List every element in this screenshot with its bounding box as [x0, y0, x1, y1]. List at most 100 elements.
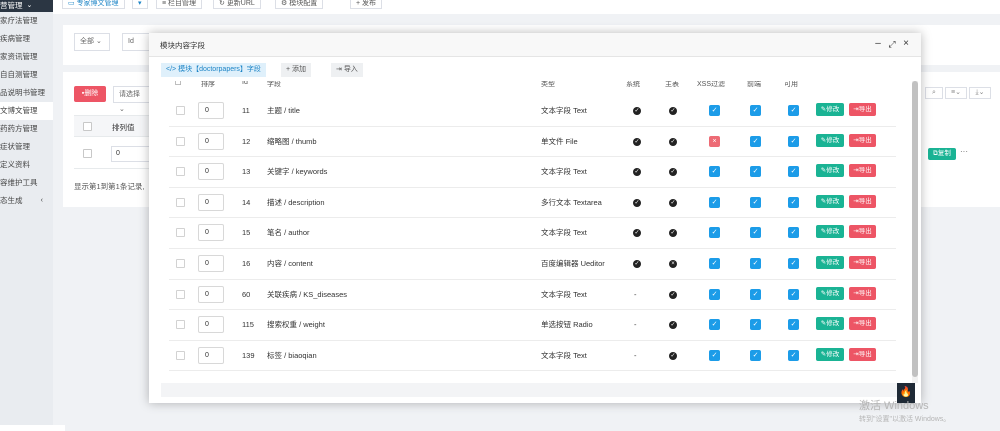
xss-toggle-on[interactable]: ✓ — [709, 288, 720, 300]
order-input[interactable]: 0 — [198, 102, 224, 119]
export-button[interactable]: ⇥导出 — [849, 225, 876, 239]
front-toggle-on[interactable]: ✓ — [750, 319, 761, 331]
row-checkbox[interactable] — [83, 149, 92, 158]
maximize-icon[interactable]: ⤢ — [887, 38, 897, 50]
enabled-toggle-on[interactable]: ✓ — [788, 135, 799, 147]
sidebar-item[interactable]: 症状管理 — [0, 138, 53, 156]
xss-toggle-on[interactable]: ✓ — [709, 319, 720, 331]
front-toggle-on[interactable]: ✓ — [750, 135, 761, 147]
sidebar-top-item[interactable]: 营管理 ⌄ — [0, 0, 53, 12]
export-button[interactable]: ⇥导出 — [849, 194, 876, 208]
minimize-icon[interactable]: – — [873, 38, 883, 50]
filter-id-field[interactable]: Id — [122, 33, 150, 51]
row-checkbox[interactable] — [176, 258, 185, 268]
select-all-checkbox[interactable] — [83, 122, 92, 131]
export-button[interactable]: ⇥导出 — [849, 347, 876, 361]
search-icon[interactable]: ⌕ — [925, 87, 943, 99]
export-icon[interactable]: ⤓⌄ — [969, 87, 991, 99]
row-checkbox[interactable] — [176, 289, 185, 299]
filter-all-select[interactable]: 全部 ⌄ — [74, 33, 110, 51]
select-all-checkbox[interactable]: ☐ — [175, 81, 181, 87]
import-button[interactable]: ⇥ 导入 — [331, 63, 363, 77]
export-button[interactable]: ⇥导出 — [849, 133, 876, 147]
row-checkbox[interactable] — [176, 197, 185, 207]
edit-button[interactable]: ✎修改 — [816, 103, 844, 116]
export-button[interactable]: ⇥导出 — [849, 255, 876, 269]
edit-button[interactable]: ✎修改 — [816, 225, 844, 239]
edit-button[interactable]: ✎修改 — [816, 194, 844, 208]
export-button[interactable]: ⇥导出 — [849, 286, 876, 300]
sort-input[interactable]: 0 — [111, 146, 150, 162]
close-icon[interactable]: × — [901, 38, 911, 50]
xss-toggle-on[interactable]: ✓ — [709, 257, 720, 269]
front-toggle-on[interactable]: ✓ — [750, 349, 761, 361]
export-button[interactable]: ⇥导出 — [849, 317, 876, 331]
row-checkbox[interactable] — [176, 136, 185, 146]
enabled-toggle-on[interactable]: ✓ — [788, 288, 799, 300]
add-field-button[interactable]: + 添加 — [281, 63, 312, 77]
order-input[interactable]: 0 — [198, 163, 224, 181]
batch-select[interactable]: 请选择 ⌄ — [113, 86, 150, 113]
xss-toggle-off[interactable]: × — [709, 135, 720, 147]
row-checkbox[interactable] — [176, 106, 185, 115]
module-fields-tab[interactable]: </> 模块【doctorpapers】字段 — [161, 63, 266, 77]
enabled-toggle-on[interactable]: ✓ — [788, 227, 799, 239]
module-config-button[interactable]: ⚙ 模块配置 — [275, 0, 324, 9]
delete-button[interactable]: ▪删除 — [74, 86, 106, 102]
order-input[interactable]: 0 — [198, 254, 224, 272]
sidebar-item[interactable]: 定义资料 — [0, 156, 53, 174]
front-toggle-on[interactable]: ✓ — [750, 227, 761, 239]
edit-button[interactable]: ✎修改 — [816, 286, 844, 300]
scrollbar-thumb[interactable] — [912, 81, 918, 377]
row-checkbox[interactable] — [176, 350, 185, 360]
sidebar-item[interactable]: 家资讯管理 — [0, 48, 53, 66]
front-toggle-on[interactable]: ✓ — [750, 105, 761, 116]
xss-toggle-on[interactable]: ✓ — [709, 166, 720, 178]
edit-button[interactable]: ✎修改 — [816, 317, 844, 331]
sidebar-item-active[interactable]: 文博文管理 — [0, 102, 53, 120]
copy-button[interactable]: ⧉复制 — [928, 148, 956, 160]
category-button[interactable]: ≡ 栏目管理 — [156, 0, 203, 9]
toolbar-dropdown-button[interactable]: ▾ — [132, 0, 148, 9]
row-checkbox[interactable] — [176, 320, 185, 330]
enabled-toggle-on[interactable]: ✓ — [788, 196, 799, 208]
front-toggle-on[interactable]: ✓ — [750, 166, 761, 178]
publish-button[interactable]: + 发布 — [350, 0, 383, 9]
columns-icon[interactable]: ≡⌄ — [945, 87, 967, 99]
enabled-toggle-on[interactable]: ✓ — [788, 349, 799, 361]
sidebar-item[interactable]: 品说明书管理 — [0, 84, 53, 102]
xss-toggle-on[interactable]: ✓ — [709, 349, 720, 361]
xss-toggle-on[interactable]: ✓ — [709, 227, 720, 239]
order-input[interactable]: 0 — [198, 346, 224, 364]
edit-button[interactable]: ✎修改 — [816, 347, 844, 361]
export-button[interactable]: ⇥导出 — [849, 164, 876, 178]
xss-toggle-on[interactable]: ✓ — [709, 105, 720, 116]
row-checkbox[interactable] — [176, 228, 185, 238]
enabled-toggle-on[interactable]: ✓ — [788, 257, 799, 269]
enabled-toggle-on[interactable]: ✓ — [788, 319, 799, 331]
order-input[interactable]: 0 — [198, 193, 224, 211]
update-url-button[interactable]: ↻ 更新URL — [213, 0, 261, 9]
sidebar-item[interactable]: 态生成 ‹ — [0, 192, 53, 210]
front-toggle-on[interactable]: ✓ — [750, 288, 761, 300]
front-toggle-on[interactable]: ✓ — [750, 257, 761, 269]
sidebar-item[interactable]: 容维护工具 — [0, 174, 53, 192]
front-toggle-on[interactable]: ✓ — [750, 196, 761, 208]
order-input[interactable]: 0 — [198, 132, 224, 150]
expert-blog-button[interactable]: ▭ 专家博文管理 — [62, 0, 125, 9]
sidebar-item[interactable]: 自自测管理 — [0, 66, 53, 84]
export-button[interactable]: ⇥导出 — [849, 103, 876, 116]
sidebar-item[interactable]: 家疗法管理 — [0, 12, 53, 30]
row-checkbox[interactable] — [176, 167, 185, 177]
edit-button[interactable]: ✎修改 — [816, 133, 844, 147]
enabled-toggle-on[interactable]: ✓ — [788, 166, 799, 178]
edit-button[interactable]: ✎修改 — [816, 255, 844, 269]
order-input[interactable]: 0 — [198, 316, 224, 334]
sidebar-item[interactable]: 药药方管理 — [0, 120, 53, 138]
sidebar-item[interactable]: 疾病管理 — [0, 30, 53, 48]
xss-toggle-on[interactable]: ✓ — [709, 196, 720, 208]
modal-scrollbar[interactable] — [912, 81, 918, 383]
order-input[interactable]: 0 — [198, 224, 224, 242]
edit-button[interactable]: ✎修改 — [816, 164, 844, 178]
enabled-toggle-on[interactable]: ✓ — [788, 105, 799, 116]
